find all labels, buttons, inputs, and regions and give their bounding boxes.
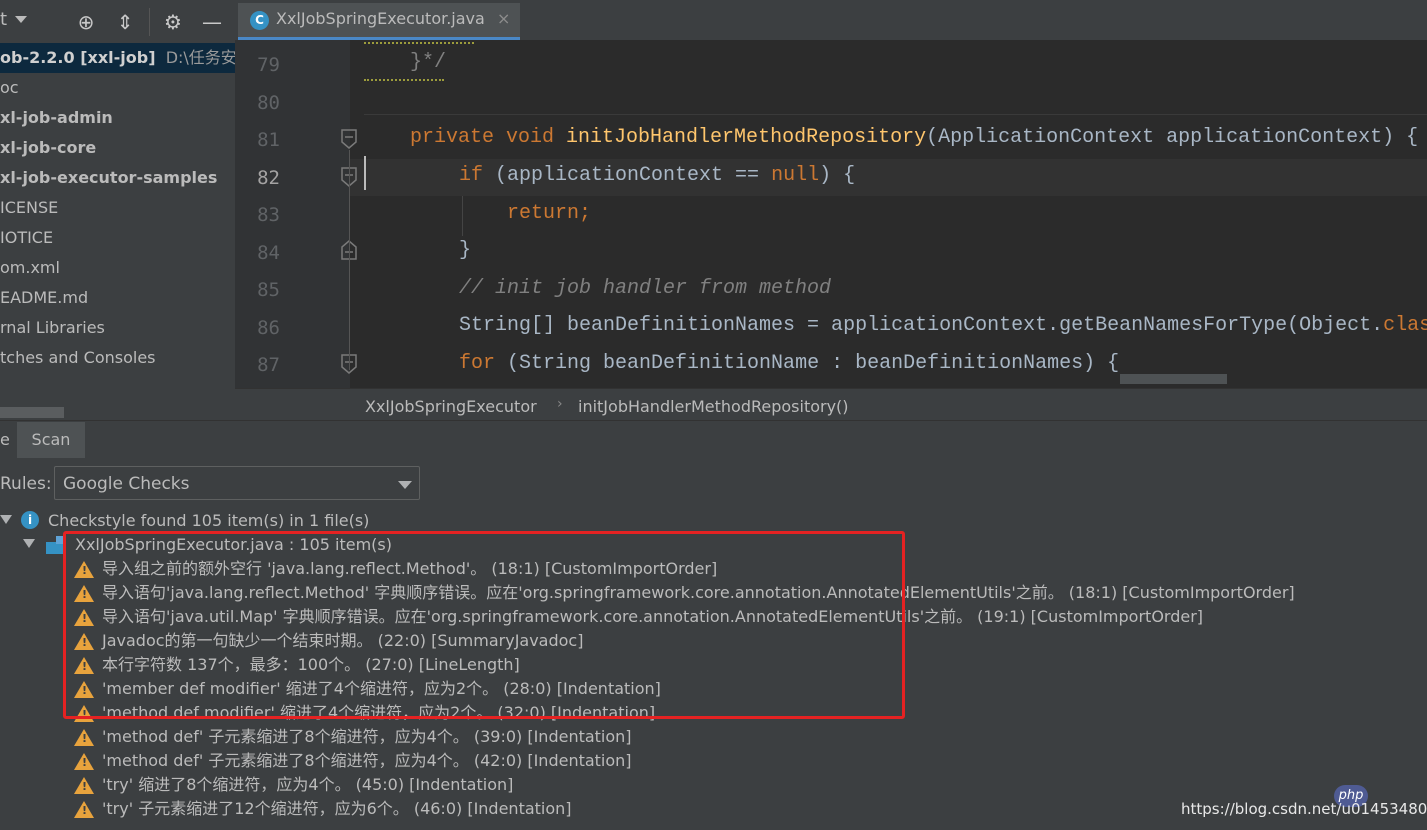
spellcheck-squiggle	[364, 38, 474, 44]
code-line-83: return;	[507, 202, 592, 225]
text-caret	[364, 156, 366, 190]
line-number-current: 82	[257, 167, 280, 189]
expand-arrow-icon[interactable]	[23, 539, 35, 548]
method-name: initJobHandlerMethodRepository	[566, 126, 927, 149]
tab-label: XxlJobSpringExecutor.java	[276, 9, 485, 28]
project-view-label[interactable]: t	[0, 9, 7, 30]
line-number: 79	[257, 54, 280, 76]
breadcrumb-chevron-icon: ›	[557, 396, 563, 412]
result-item[interactable]: 'try' 缩进了8个缩进符，应为4个。 (45:0) [Indentation…	[102, 773, 513, 797]
line-number: 80	[257, 92, 280, 114]
keyword: null	[771, 164, 820, 187]
project-tree: ob-2.2.0 [xxl-job] D:\任务安排 oc xl-job-adm…	[0, 43, 235, 420]
result-item[interactable]: 'method def' 子元素缩进了8个缩进符，应为4个。 (39:0) [I…	[102, 725, 632, 749]
code-line-82: if (applicationContext == null) {	[459, 164, 855, 187]
rules-dropdown-value: Google Checks	[63, 474, 190, 494]
tab-scan[interactable]: Scan	[17, 422, 85, 458]
code-line-79: }*/	[410, 51, 447, 74]
toolbar-divider	[149, 8, 150, 36]
view-dropdown-icon[interactable]	[15, 16, 27, 23]
breadcrumb-method[interactable]: initJobHandlerMethodRepository()	[578, 397, 849, 416]
line-number: 85	[257, 279, 280, 301]
tree-root-module: [xxl-job]	[74, 48, 156, 67]
tree-item-executor-samples[interactable]: xl-job-executor-samples	[0, 163, 217, 193]
line-number: 81	[257, 129, 280, 151]
tree-item-readme[interactable]: EADME.md	[0, 283, 88, 313]
breadcrumb-class[interactable]: XxlJobSpringExecutor	[365, 397, 537, 416]
fold-guide	[349, 150, 350, 370]
result-item[interactable]: 'try' 子元素缩进了12个缩进符，应为6个。 (46:0) [Indenta…	[102, 797, 572, 821]
expand-arrow-icon[interactable]	[0, 515, 12, 524]
code-text: (String beanDefinitionName : beanDefinit…	[507, 352, 1120, 375]
warning-icon: !	[74, 753, 94, 770]
keyword: private void	[410, 126, 567, 149]
watermark-text: https://blog.csdn.net/u014534808	[1181, 800, 1427, 818]
tree-item-root[interactable]: ob-2.2.0 [xxl-job] D:\任务安排	[0, 43, 235, 73]
locate-icon[interactable]: ⊕	[73, 9, 99, 35]
code-line-85: // init job handler from method	[459, 277, 832, 300]
indent-guide	[462, 196, 463, 236]
warning-icon: !	[74, 801, 94, 818]
class-file-icon: C	[250, 11, 269, 30]
tree-item-admin[interactable]: xl-job-admin	[0, 103, 113, 133]
info-icon: i	[21, 511, 39, 529]
spellcheck-squiggle	[364, 75, 444, 81]
keyword: clas	[1383, 314, 1427, 337]
chevron-down-icon	[398, 481, 412, 489]
checkstyle-summary[interactable]: Checkstyle found 105 item(s) in 1 file(s…	[48, 509, 369, 533]
code-line-87: for (String beanDefinitionName : beanDef…	[459, 352, 1119, 375]
keyword: for	[459, 352, 508, 375]
keyword: if	[459, 164, 496, 187]
highlight-annotation-box	[63, 531, 905, 719]
code-line-84: }	[459, 239, 472, 262]
tree-item-external-libraries[interactable]: rnal Libraries	[0, 313, 105, 343]
project-horizontal-scrollbar[interactable]	[0, 407, 64, 418]
tree-item-pom[interactable]: om.xml	[0, 253, 60, 283]
tree-root-path: D:\任务安排	[165, 48, 235, 67]
line-number: 86	[257, 317, 280, 339]
tab-rules-partial[interactable]: e	[0, 422, 10, 458]
breadcrumb: XxlJobSpringExecutor › initJobHandlerMet…	[235, 388, 1427, 421]
tree-item-notice[interactable]: IOTICE	[0, 223, 53, 253]
code-line-81: private void initJobHandlerMethodReposit…	[410, 126, 1418, 149]
line-number: 83	[257, 204, 280, 226]
tree-item-license[interactable]: ICENSE	[0, 193, 58, 223]
warning-icon: !	[74, 729, 94, 746]
gear-icon[interactable]: ⚙	[160, 9, 186, 35]
tree-root-label: ob-2.2.0	[0, 48, 75, 67]
tree-item-doc[interactable]: oc	[0, 73, 19, 103]
minimize-icon[interactable]: —	[199, 9, 225, 35]
code-text: String[] beanDefinitionNames = applicati…	[459, 314, 1384, 337]
collapse-icon[interactable]: ⇕	[112, 9, 138, 35]
rules-label: Rules:	[0, 474, 52, 494]
method-separator	[364, 114, 1427, 115]
code-text: (ApplicationContext applicationContext) …	[926, 126, 1419, 149]
line-number: 87	[257, 354, 280, 376]
code-text: (applicationContext ==	[495, 164, 772, 187]
fold-marker-icon[interactable]	[340, 129, 358, 149]
line-number: 84	[257, 242, 280, 264]
editor-horizontal-scrollbar[interactable]	[1120, 374, 1227, 384]
rules-dropdown[interactable]: Google Checks	[54, 466, 420, 500]
tab-xxljobspringexecutor[interactable]: C XxlJobSpringExecutor.java ×	[238, 3, 520, 40]
code-line-86: String[] beanDefinitionNames = applicati…	[459, 314, 1427, 337]
tree-item-scratches[interactable]: tches and Consoles	[0, 343, 156, 373]
warning-icon: !	[74, 777, 94, 794]
project-toolbar: t ⊕ ⇕ ⚙ —	[0, 0, 235, 43]
tree-item-core[interactable]: xl-job-core	[0, 133, 96, 163]
result-item[interactable]: 'method def' 子元素缩进了8个缩进符，应为4个。 (42:0) [I…	[102, 749, 632, 773]
close-tab-icon[interactable]: ×	[497, 9, 510, 28]
code-text: ) {	[819, 164, 856, 187]
